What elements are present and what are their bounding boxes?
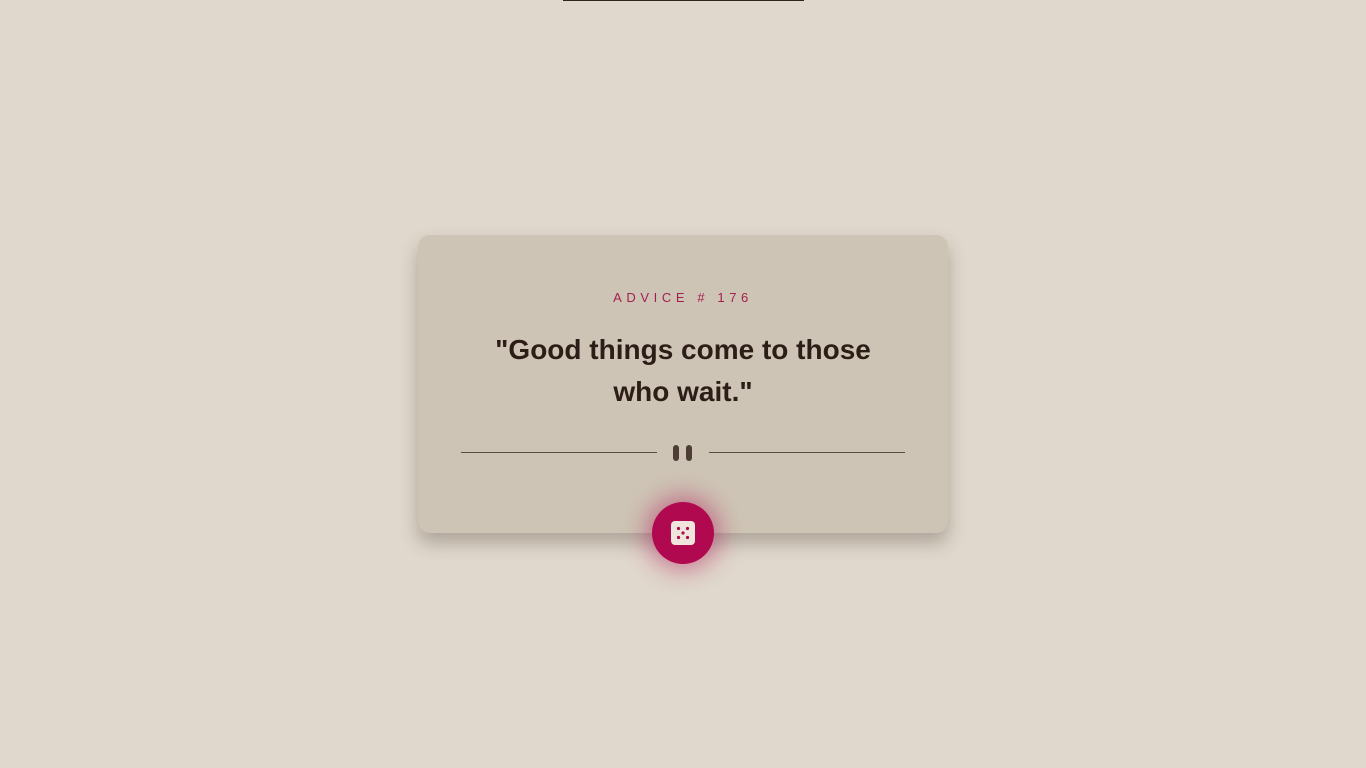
divider-line-left: [461, 452, 657, 453]
pause-bar-right: [686, 445, 692, 461]
pause-icon: [672, 445, 694, 461]
card-divider: [461, 445, 905, 461]
generate-advice-button[interactable]: [652, 502, 714, 564]
top-divider-line: [563, 0, 804, 1]
pause-bar-left: [673, 445, 679, 461]
divider-line-right: [709, 452, 905, 453]
dice-icon: [671, 521, 695, 545]
advice-quote: "Good things come to those who wait.": [495, 334, 871, 407]
advice-card: ADVICE # 176 "Good things come to those …: [418, 235, 948, 533]
advice-id-label: ADVICE # 176: [613, 290, 753, 305]
